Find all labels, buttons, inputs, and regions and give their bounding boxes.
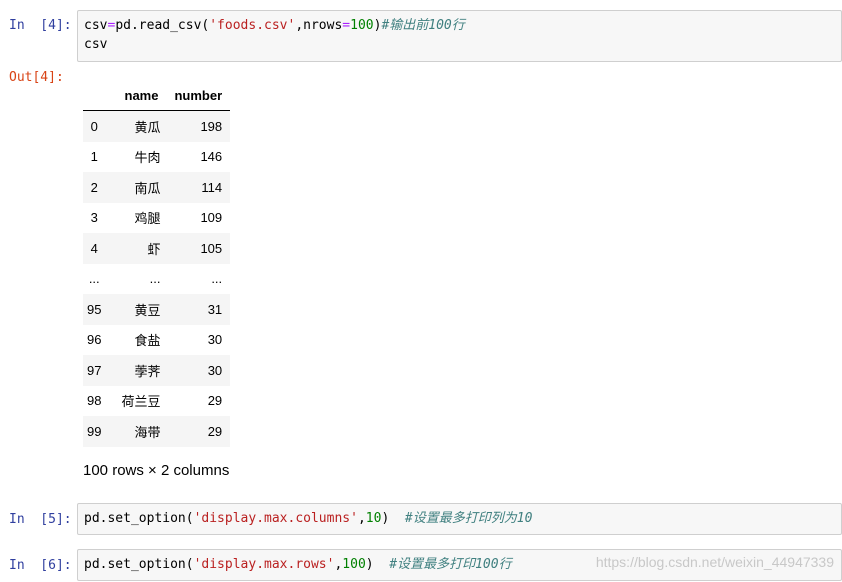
- cell-name: 食盐: [134, 334, 161, 350]
- table-row: 2 南瓜 114: [83, 172, 231, 203]
- row-index: 1: [90, 149, 98, 165]
- watermark-text: https://blog.csdn.net/weixin_44947339: [595, 554, 834, 570]
- cell-number: 29: [207, 423, 223, 439]
- table-row: 97 荸荠 30: [83, 355, 231, 386]
- table-row: 99 海带 29: [83, 416, 231, 447]
- row-index: 99: [87, 423, 102, 439]
- cell-number: 30: [207, 332, 223, 348]
- table-row: 95 黄豆 31: [83, 294, 231, 325]
- table-row: 0 黄瓜 198: [83, 110, 231, 142]
- table-row: 96 食盐 30: [83, 325, 230, 356]
- in-prompt-4: In [4]:: [9, 18, 72, 33]
- cell-number: 29: [207, 393, 223, 409]
- in-prompt-5: In [5]:: [9, 512, 72, 527]
- code-token: 100: [342, 557, 366, 572]
- table-row: 98 荷兰豆 29: [83, 386, 230, 417]
- cell-number: 30: [207, 362, 223, 378]
- row-index: 3: [90, 210, 98, 226]
- code-token: ,: [357, 511, 366, 526]
- code-token: pd.set_option(: [84, 511, 194, 526]
- cell-name: 海带: [134, 425, 161, 441]
- cell-name: ...: [149, 271, 161, 287]
- row-index: 4: [90, 240, 98, 256]
- row-index: ...: [88, 271, 100, 287]
- cell-name: 黄豆: [134, 303, 161, 319]
- table-row: 4 虾 105: [83, 233, 231, 264]
- code-token: pd.set_option(: [84, 557, 194, 572]
- index-header: [83, 80, 114, 111]
- cell-number: 146: [200, 149, 223, 165]
- column-header-number: number: [166, 80, 231, 111]
- table-row: 3 鸡腿 109: [83, 203, 230, 234]
- cell-name: 牛肉: [134, 151, 161, 167]
- row-index: 97: [87, 362, 102, 378]
- row-index: 98: [87, 393, 102, 409]
- code-cell-5[interactable]: pd.set_option('display.max.columns',10) …: [77, 503, 842, 535]
- in-prompt-6: In [6]:: [9, 558, 72, 573]
- code-comment: #输出前100行: [381, 18, 465, 33]
- cell-number: 31: [207, 301, 223, 317]
- code-token: ): [381, 511, 405, 526]
- cell-name: 鸡腿: [134, 212, 161, 228]
- table-row: .........: [83, 264, 230, 295]
- code-token: 'display.max.columns': [193, 511, 358, 526]
- code-cell-4[interactable]: csv=pd.read_csv('foods.csv',nrows=100)#输…: [77, 10, 842, 62]
- code-token: ): [365, 557, 390, 572]
- row-index: 2: [90, 179, 98, 195]
- cell-number: 105: [200, 240, 223, 256]
- row-index: 96: [87, 332, 102, 348]
- code-comment: #设置最多打印列为10: [404, 511, 533, 526]
- row-index: 0: [90, 118, 98, 134]
- code-token: 100: [350, 18, 374, 33]
- cell-number: ...: [211, 271, 223, 287]
- column-header-name: name: [113, 80, 167, 111]
- row-index: 95: [87, 301, 102, 317]
- cell-name: 南瓜: [134, 181, 161, 197]
- cell-name: 虾: [147, 242, 161, 258]
- cell-name: 黄瓜: [134, 120, 161, 136]
- cell-name: 荸荠: [134, 364, 161, 380]
- code-token: ,nrows: [295, 18, 343, 33]
- out-prompt-4: Out[4]:: [9, 70, 64, 85]
- code-token: csv: [84, 18, 108, 33]
- code-token: 10: [365, 511, 382, 526]
- dataframe-shape-text: 100 rows × 2 columns: [83, 462, 230, 479]
- cell-number: 109: [200, 210, 223, 226]
- code-token: pd.read_csv(: [115, 18, 210, 33]
- code-token: 'foods.csv': [209, 18, 296, 33]
- code-comment: #设置最多打印100行: [389, 557, 512, 572]
- table-header-row: name number: [83, 80, 231, 111]
- code-line-2: csv: [84, 37, 108, 52]
- cell-number: 198: [200, 118, 223, 134]
- table-row: 1 牛肉 146: [83, 142, 230, 173]
- code-token: =: [342, 18, 351, 33]
- cell-name: 荷兰豆: [121, 395, 161, 411]
- dataframe-table: name number 0 黄瓜 198 1 牛肉 146 2 南瓜 114 3 鸡腿 109 …: [83, 80, 231, 447]
- code-token: 'display.max.rows': [193, 557, 335, 572]
- cell-number: 114: [201, 179, 223, 195]
